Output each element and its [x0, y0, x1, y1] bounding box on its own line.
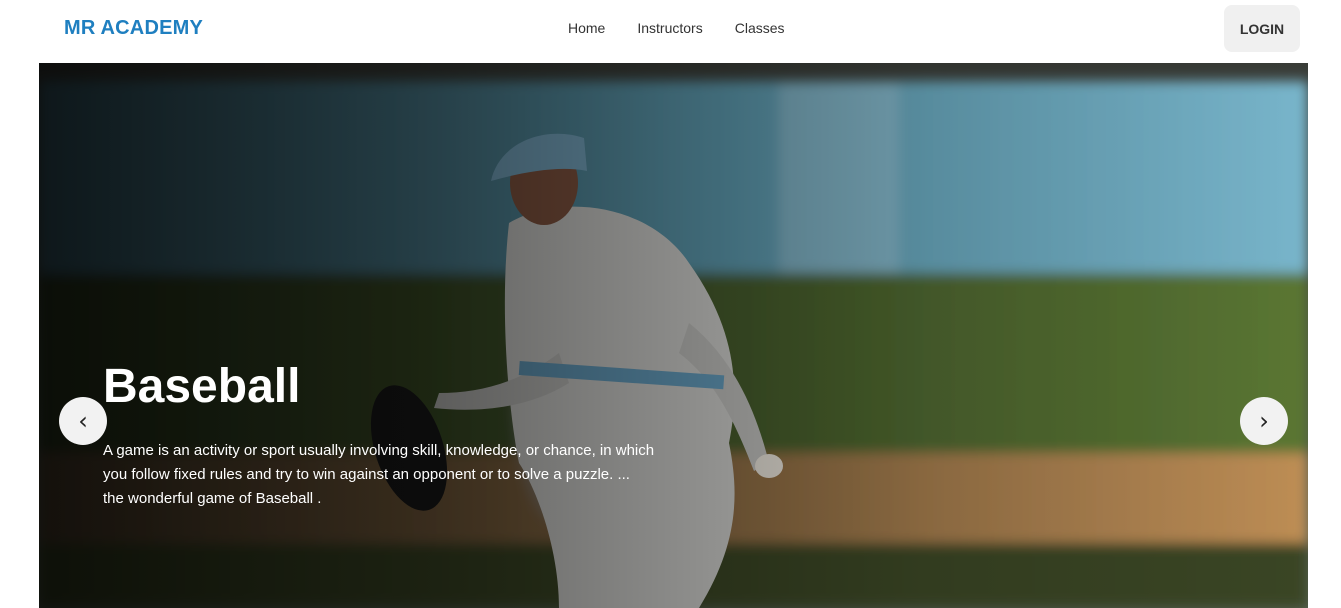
hero-description: A game is an activity or sport usually i…	[103, 439, 703, 511]
hero-title: Baseball	[103, 360, 301, 413]
login-button[interactable]: LOGIN	[1224, 5, 1300, 52]
chevron-left-icon: ‹	[78, 407, 88, 435]
hero-description-line: the wonderful game of Baseball .	[103, 490, 322, 507]
brand-logo[interactable]: MR ACADEMY	[64, 17, 203, 40]
nav-instructors[interactable]: Instructors	[637, 20, 702, 36]
navbar: MR ACADEMY Home Instructors Classes LOGI…	[0, 0, 1341, 63]
chevron-right-icon: ›	[1259, 407, 1269, 435]
carousel-next-button[interactable]: ›	[1240, 397, 1288, 445]
carousel-prev-button[interactable]: ‹	[59, 397, 107, 445]
main-nav: Home Instructors Classes	[568, 20, 785, 36]
hero-overlay	[39, 63, 1308, 608]
hero-carousel: Baseball A game is an activity or sport …	[39, 63, 1308, 608]
nav-home[interactable]: Home	[568, 20, 605, 36]
nav-classes[interactable]: Classes	[735, 20, 785, 36]
hero-description-line: A game is an activity or sport usually i…	[103, 442, 655, 459]
hero-description-line: you follow fixed rules and try to win ag…	[103, 466, 630, 483]
